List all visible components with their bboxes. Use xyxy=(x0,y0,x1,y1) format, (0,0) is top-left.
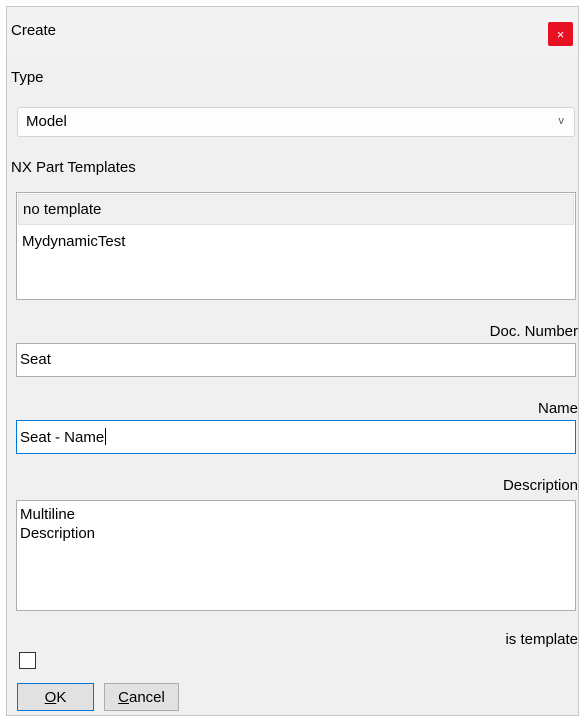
close-button[interactable]: × xyxy=(548,22,573,46)
chevron-down-icon: v xyxy=(558,115,565,127)
list-item[interactable]: MydynamicTest xyxy=(17,226,575,257)
ok-label: K xyxy=(56,688,67,706)
templates-label: NX Part Templates xyxy=(11,159,136,176)
type-select[interactable]: Model v xyxy=(17,107,575,137)
doc-number-field[interactable]: Seat xyxy=(16,343,576,377)
create-dialog: Create × Type Model v NX Part Templates … xyxy=(6,6,579,716)
dialog-title: Create xyxy=(11,22,57,39)
type-selected-value: Model xyxy=(26,113,67,130)
description-label: Description xyxy=(502,477,578,494)
cancel-label: ancel xyxy=(128,688,165,706)
templates-listbox[interactable]: no template MydynamicTest xyxy=(16,192,576,300)
cancel-accelerator: C xyxy=(118,688,129,706)
name-field[interactable]: Seat - Name xyxy=(16,420,576,454)
list-item[interactable]: no template xyxy=(18,194,574,225)
is-template-label: is template xyxy=(505,631,578,648)
name-value: Seat - Name xyxy=(20,429,105,446)
title-bar: Create × xyxy=(7,7,578,57)
close-icon: × xyxy=(556,26,565,42)
name-label: Name xyxy=(537,400,578,417)
doc-number-value: Seat xyxy=(20,351,51,368)
description-field[interactable]: Multiline Description xyxy=(16,500,576,611)
type-label: Type xyxy=(11,69,44,86)
ok-accelerator: O xyxy=(44,688,57,706)
doc-number-label: Doc. Number xyxy=(489,323,578,340)
is-template-checkbox[interactable] xyxy=(19,652,36,669)
text-caret xyxy=(105,428,107,445)
cancel-button[interactable]: Cancel xyxy=(104,683,179,711)
ok-button[interactable]: OK xyxy=(17,683,94,711)
